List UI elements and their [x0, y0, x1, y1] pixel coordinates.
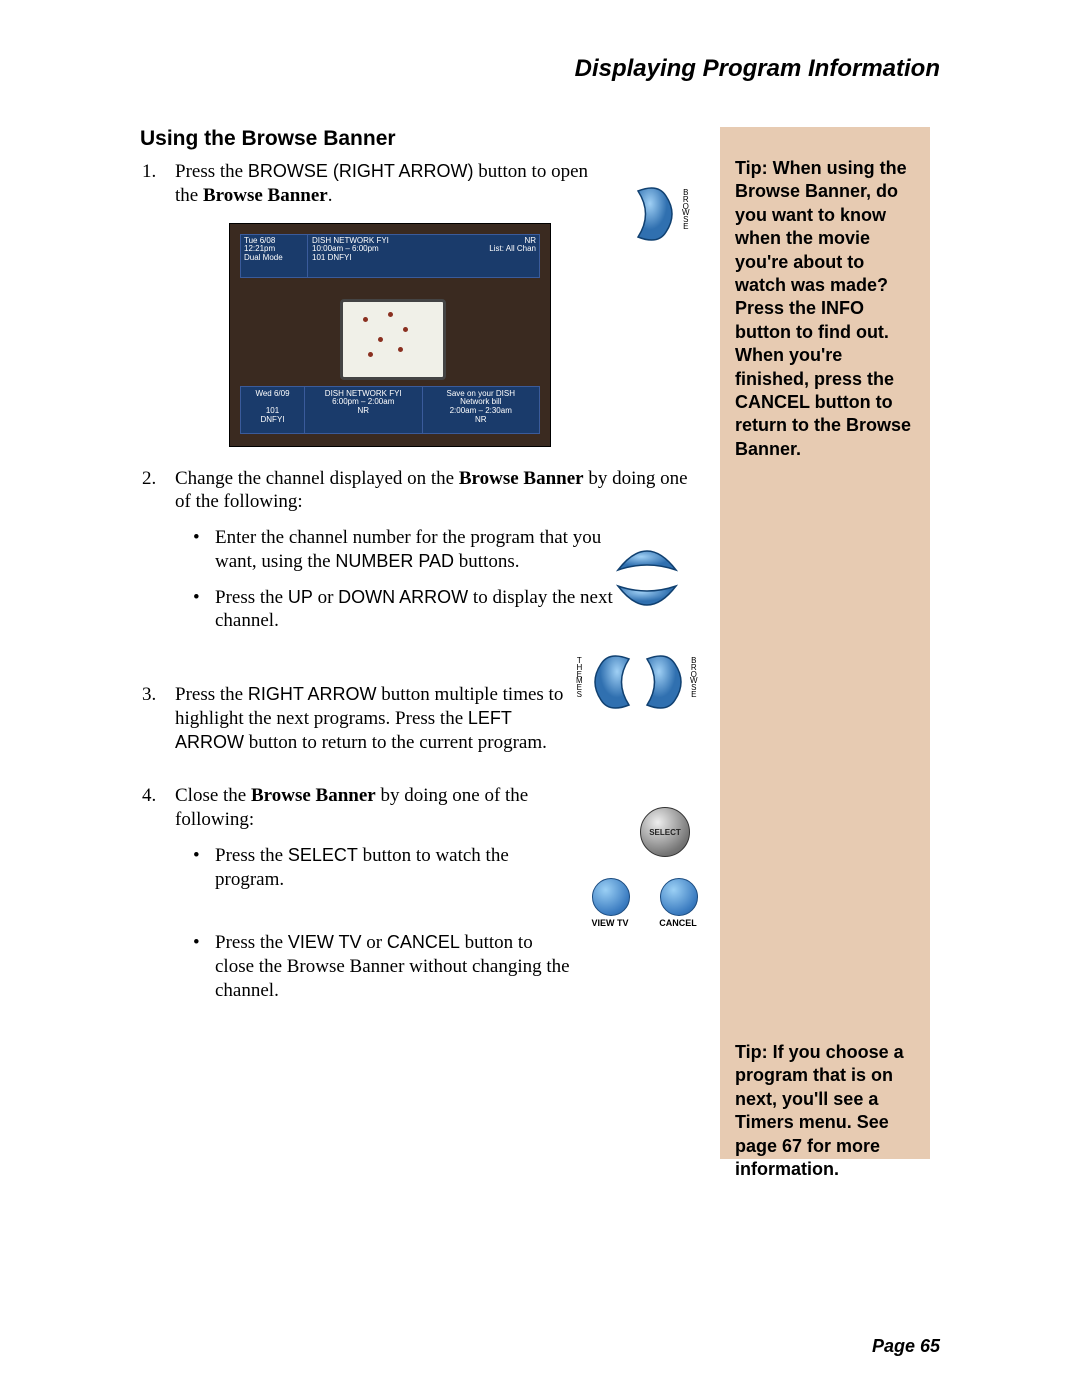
button-ref-select: SELECT: [288, 845, 358, 865]
tip-1: Tip: When using the Browse Banner, do yo…: [720, 127, 930, 461]
page: Displaying Program Information Using the…: [0, 0, 1080, 1397]
button-ref-numberpad: NUMBER PAD: [335, 551, 454, 571]
text: Press the: [215, 932, 288, 953]
banner-bottom: Wed 6/09 101 DNFYI DISH NETWORK FYI 6:00…: [240, 386, 540, 434]
term-browse-banner: Browse Banner: [459, 468, 584, 489]
banner-bot-left: Wed 6/09 101 DNFYI: [241, 387, 305, 433]
step-2-bullet-2: Press the UP or DOWN ARROW to display th…: [175, 586, 615, 634]
tip-sidebar: Tip: When using the Browse Banner, do yo…: [720, 127, 930, 1159]
banner-bot-right: Save on your DISH Network bill 2:00am – …: [423, 387, 540, 433]
text: 101 DNFYI: [312, 254, 469, 263]
button-ref-down: DOWN ARROW: [338, 587, 468, 607]
button-ref-browse: BROWSE (RIGHT ARROW): [248, 161, 474, 181]
step-num-1: 1.: [142, 160, 156, 184]
viewtv-label: VIEW TV: [580, 918, 640, 928]
text: Close the: [175, 785, 251, 806]
step-4-bullet-2: Press the VIEW TV or CANCEL button to cl…: [175, 931, 575, 1002]
term-browse-banner: Browse Banner: [251, 785, 376, 806]
text: Press the: [175, 161, 248, 182]
viewtv-button-icon: [592, 878, 630, 916]
text: List: All Chan: [476, 245, 536, 254]
step-4: 4. Close the Browse Banner by doing one …: [175, 784, 575, 1002]
text: buttons.: [454, 551, 519, 572]
text: Press the: [175, 684, 248, 705]
banner-top-right: NR List: All Chan: [473, 235, 539, 277]
button-ref-up: UP: [288, 587, 313, 607]
themes-label: T H E M E S: [576, 658, 583, 699]
banner-top-left: Tue 6/08 12:21pm Dual Mode: [241, 235, 308, 277]
text: or: [362, 932, 387, 953]
browse-label: B R O W S E: [682, 190, 690, 231]
text: NR: [309, 407, 418, 416]
cancel-label: CANCEL: [648, 918, 708, 928]
banner-top: Tue 6/08 12:21pm Dual Mode DISH NETWORK …: [240, 234, 540, 278]
themes-left-button-icon: [588, 654, 634, 710]
text: Press the: [215, 587, 288, 608]
browse-button-icon: [633, 186, 679, 242]
button-ref-right-arrow: RIGHT ARROW: [248, 684, 377, 704]
term-browse-banner: Browse Banner: [203, 185, 328, 206]
text: Change the channel displayed on the: [175, 468, 459, 489]
tip-2: Tip: If you choose a program that is on …: [720, 461, 930, 1181]
text: button to return to the current program.: [244, 732, 547, 753]
up-down-arrow-icon: [608, 538, 686, 618]
cancel-button-icon: [660, 878, 698, 916]
browse-right-button-icon: [642, 654, 688, 710]
text: Press the: [215, 845, 288, 866]
select-button-icon: SELECT: [640, 807, 690, 857]
banner-bot-mid: DISH NETWORK FYI 6:00pm – 2:00am NR: [305, 387, 423, 433]
step-num-3: 3.: [142, 683, 156, 707]
screenshot-browse-banner: Tue 6/08 12:21pm Dual Mode DISH NETWORK …: [229, 223, 551, 447]
step-num-4: 4.: [142, 784, 156, 808]
step-4-bullet-1: Press the SELECT button to watch the pro…: [175, 844, 575, 892]
banner-top-mid: DISH NETWORK FYI 10:00am – 6:00pm 101 DN…: [308, 235, 473, 277]
text: or: [313, 587, 338, 608]
step-num-2: 2.: [142, 467, 156, 491]
section-title: Using the Browse Banner: [140, 127, 396, 151]
step-2-bullet-1: Enter the channel number for the program…: [175, 526, 615, 574]
tv-screen: [340, 299, 446, 380]
text: DNFYI: [245, 416, 300, 425]
step-1: 1. Press the BROWSE (RIGHT ARROW) button…: [175, 160, 605, 447]
select-label: SELECT: [649, 828, 681, 837]
text: .: [328, 185, 333, 206]
page-number: Page 65: [872, 1336, 940, 1357]
button-ref-viewtv: VIEW TV: [288, 932, 362, 952]
browse-label-2: B R O W S E: [690, 658, 698, 699]
text: NR: [427, 416, 536, 425]
text: Dual Mode: [244, 254, 304, 263]
step-3: 3. Press the RIGHT ARROW button multiple…: [175, 683, 575, 754]
button-ref-cancel: CANCEL: [387, 932, 460, 952]
page-header: Displaying Program Information: [575, 55, 940, 83]
